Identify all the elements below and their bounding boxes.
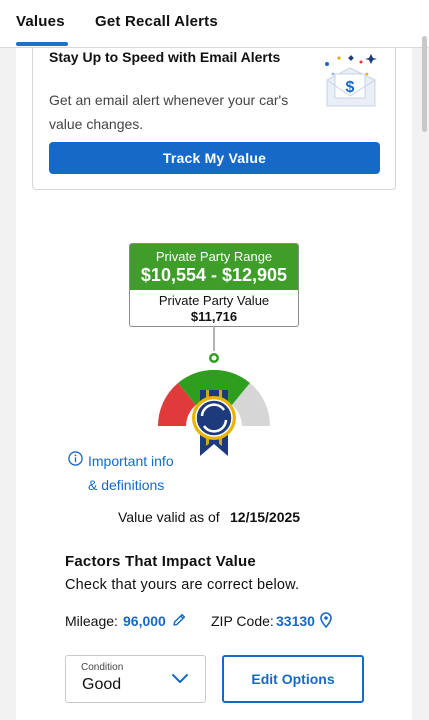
- factors-subtitle: Check that yours are correct below.: [65, 577, 300, 593]
- email-alert-card: Stay Up to Speed with Email Alerts Get a…: [32, 48, 396, 190]
- edit-options-button[interactable]: Edit Options: [222, 655, 364, 703]
- scrollbar[interactable]: [422, 36, 427, 132]
- range-label: Private Party Range: [155, 249, 273, 264]
- private-party-value-label: Private Party Value: [158, 293, 270, 308]
- definitions-link[interactable]: & definitions: [88, 477, 164, 493]
- condition-select[interactable]: Condition Good: [65, 655, 206, 703]
- zip-code-label: ZIP Code:: [211, 613, 274, 629]
- private-party-range-box: Private Party Range $10,554 - $12,905 Pr…: [129, 243, 299, 327]
- tab-bar: Values Get Recall Alerts: [0, 0, 429, 48]
- mileage-value[interactable]: 96,000: [123, 613, 166, 629]
- range-value: $10,554 - $12,905: [140, 265, 288, 285]
- valid-as-of-label: Value valid as of: [118, 509, 220, 525]
- valid-as-of-date: 12/15/2025: [230, 509, 301, 525]
- email-card-description: Get an email alert whenever your car's v…: [49, 92, 289, 132]
- factors-title: Factors That Impact Value: [65, 553, 256, 570]
- active-tab-indicator: [16, 42, 68, 46]
- tab-values[interactable]: Values: [16, 13, 65, 30]
- track-my-value-button[interactable]: Track My Value: [49, 142, 380, 174]
- chevron-down-icon: [172, 674, 188, 683]
- envelope-dollar-icon: $: [325, 54, 377, 107]
- email-card-title: Stay Up to Speed with Email Alerts: [49, 49, 281, 65]
- value-gauge: [157, 326, 271, 456]
- private-party-value: $11,716: [190, 309, 238, 324]
- mileage-label: Mileage:: [65, 613, 118, 629]
- location-pin-icon[interactable]: [320, 612, 332, 628]
- range-header: Private Party Range $10,554 - $12,905: [130, 244, 298, 290]
- pencil-icon[interactable]: [171, 612, 187, 628]
- important-info-link[interactable]: Important info: [88, 453, 174, 469]
- condition-value: Good: [82, 676, 122, 693]
- tab-get-recall-alerts[interactable]: Get Recall Alerts: [95, 13, 218, 30]
- zip-code-value[interactable]: 33130: [276, 613, 315, 629]
- info-circle-icon[interactable]: [68, 451, 83, 466]
- condition-label: Condition: [81, 662, 124, 673]
